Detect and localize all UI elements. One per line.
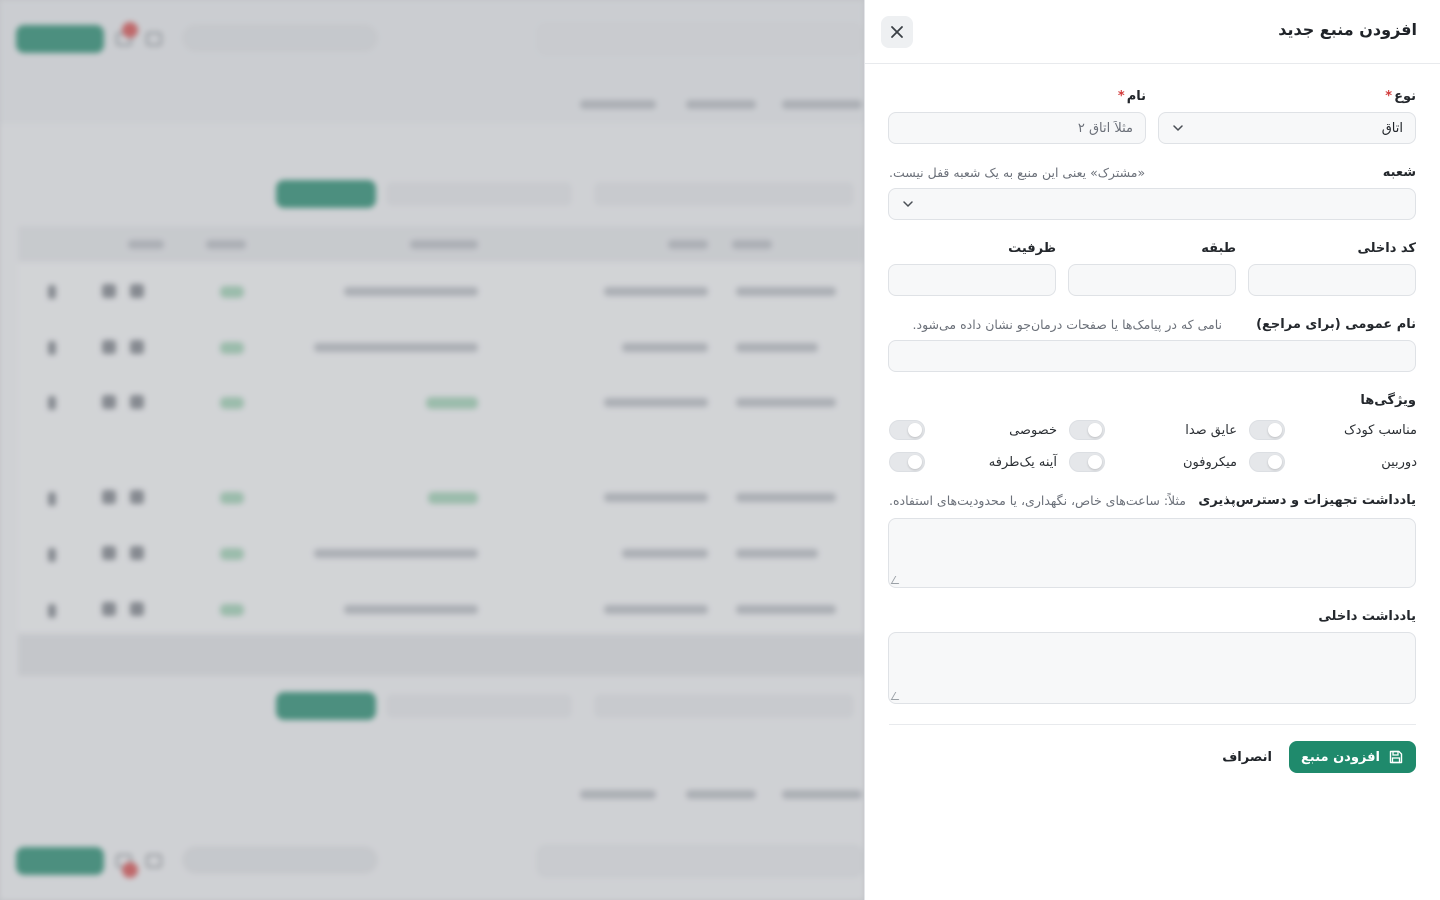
name-label: نام*	[1117, 89, 1146, 104]
chevron-down-icon	[903, 201, 913, 208]
internal-note-textarea[interactable]	[888, 632, 1416, 704]
public-name-label: نام عمومی (برای مراجع)	[1256, 317, 1416, 332]
close-button[interactable]	[881, 16, 913, 48]
feature-soundproof: عایق صدا	[1069, 420, 1237, 440]
type-select[interactable]: اتاق	[1158, 112, 1416, 144]
internal-note-label: یادداشت داخلی	[1318, 609, 1416, 624]
feature-label: میکروفون	[1183, 454, 1237, 470]
toggle-switch[interactable]	[889, 452, 925, 472]
add-resource-button[interactable]: افزودن منبع	[1289, 741, 1416, 773]
toggle-knob	[1088, 455, 1102, 469]
add-resource-button-label: افزودن منبع	[1301, 749, 1380, 765]
feature-label: آینه یک‌طرفه	[988, 454, 1057, 470]
feature-private: خصوصی	[889, 420, 1057, 440]
internal-code-label: کد داخلی	[1357, 241, 1416, 256]
chevron-down-icon	[1173, 125, 1183, 132]
drawer-title: افزودن منبع جدید	[1278, 20, 1417, 39]
cancel-button[interactable]: انصراف	[1214, 741, 1280, 773]
feature-child-friendly: مناسب کودک	[1249, 420, 1417, 440]
floor-input[interactable]	[1068, 264, 1236, 296]
capacity-label: ظرفیت	[1008, 241, 1056, 256]
feature-microphone: میکروفون	[1069, 452, 1237, 472]
required-mark: *	[1385, 89, 1393, 104]
toggle-knob	[1268, 423, 1282, 437]
internal-code-input[interactable]	[1248, 264, 1416, 296]
toggle-switch[interactable]	[889, 420, 925, 440]
equipment-note-hint: مثلاً: ساعت‌های خاص، نگهداری، یا محدودیت…	[889, 493, 1186, 508]
toggle-knob	[1268, 455, 1282, 469]
public-name-hint: نامی که در پیامک‌ها یا صفحات درمان‌جو نش…	[912, 317, 1222, 332]
feature-label: دوربین	[1381, 454, 1417, 470]
branch-label: شعبه	[1382, 165, 1416, 180]
equipment-note-textarea[interactable]	[888, 518, 1416, 588]
modal-backdrop[interactable]	[0, 0, 864, 900]
toggle-switch[interactable]	[1249, 420, 1285, 440]
close-icon	[891, 26, 903, 38]
features-label: ویژگی‌ها	[1360, 393, 1416, 408]
feature-camera: دوربین	[1249, 452, 1417, 472]
toggle-knob	[908, 423, 922, 437]
feature-label: مناسب کودک	[1344, 422, 1417, 438]
type-select-value: اتاق	[1381, 120, 1403, 136]
cancel-button-label: انصراف	[1222, 749, 1272, 765]
floor-label: طبقه	[1201, 241, 1236, 256]
footer-divider	[889, 724, 1416, 725]
public-name-input[interactable]	[888, 340, 1416, 372]
feature-label: خصوصی	[1009, 422, 1057, 438]
save-icon	[1389, 750, 1403, 764]
feature-label: عایق صدا	[1185, 422, 1237, 438]
toggle-knob	[908, 455, 922, 469]
feature-one-way-mirror: آینه یک‌طرفه	[889, 452, 1057, 472]
add-resource-drawer: افزودن منبع جدید نوع* اتاق نام* شعبه «مش…	[864, 0, 1440, 900]
branch-select[interactable]	[888, 188, 1416, 220]
type-label: نوع*	[1385, 89, 1416, 104]
drawer-header: افزودن منبع جدید	[865, 0, 1440, 64]
branch-hint: «مشترک» یعنی این منبع به یک شعبه قفل نیس…	[889, 165, 1146, 180]
required-mark: *	[1117, 89, 1125, 104]
toggle-knob	[1088, 423, 1102, 437]
toggle-switch[interactable]	[1069, 452, 1105, 472]
equipment-note-label: یادداشت تجهیزات و دسترس‌پذیری	[1198, 493, 1416, 508]
capacity-input[interactable]	[888, 264, 1056, 296]
toggle-switch[interactable]	[1069, 420, 1105, 440]
toggle-switch[interactable]	[1249, 452, 1285, 472]
name-input[interactable]	[888, 112, 1146, 144]
